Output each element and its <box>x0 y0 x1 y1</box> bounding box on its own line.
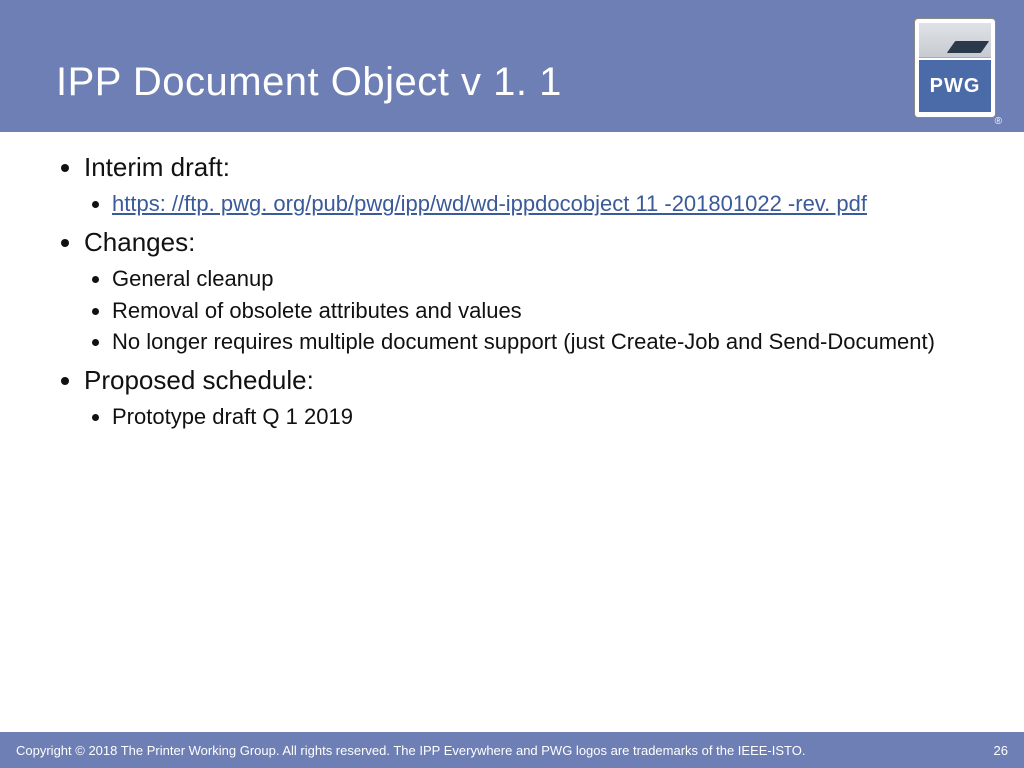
list-item: No longer requires multiple document sup… <box>112 327 984 357</box>
slide-content: Interim draft: https: //ftp. pwg. org/pu… <box>56 150 984 438</box>
section-interim-draft: Interim draft: https: //ftp. pwg. org/pu… <box>84 150 984 219</box>
page-title: IPP Document Object v 1. 1 <box>56 60 562 105</box>
draft-link[interactable]: https: //ftp. pwg. org/pub/pwg/ipp/wd/wd… <box>112 191 867 216</box>
page-number: 26 <box>994 743 1008 758</box>
registered-mark: ® <box>995 116 1002 127</box>
printer-icon <box>919 23 991 58</box>
section-label: Changes: <box>84 227 195 257</box>
list-item: Prototype draft Q 1 2019 <box>112 402 984 432</box>
section-proposed-schedule: Proposed schedule: Prototype draft Q 1 2… <box>84 363 984 432</box>
logo-text: PWG <box>919 60 991 112</box>
section-changes: Changes: General cleanup Removal of obso… <box>84 225 984 357</box>
list-item: https: //ftp. pwg. org/pub/pwg/ipp/wd/wd… <box>112 189 984 219</box>
copyright-text: Copyright © 2018 The Printer Working Gro… <box>16 743 805 758</box>
list-item: Removal of obsolete attributes and value… <box>112 296 984 326</box>
header-band: IPP Document Object v 1. 1 PWG ® <box>0 0 1024 132</box>
section-label: Proposed schedule: <box>84 365 314 395</box>
slide: IPP Document Object v 1. 1 PWG ® Interim… <box>0 0 1024 768</box>
section-label: Interim draft: <box>84 152 230 182</box>
footer-band: Copyright © 2018 The Printer Working Gro… <box>0 732 1024 768</box>
list-item: General cleanup <box>112 264 984 294</box>
pwg-logo: PWG <box>914 18 996 118</box>
